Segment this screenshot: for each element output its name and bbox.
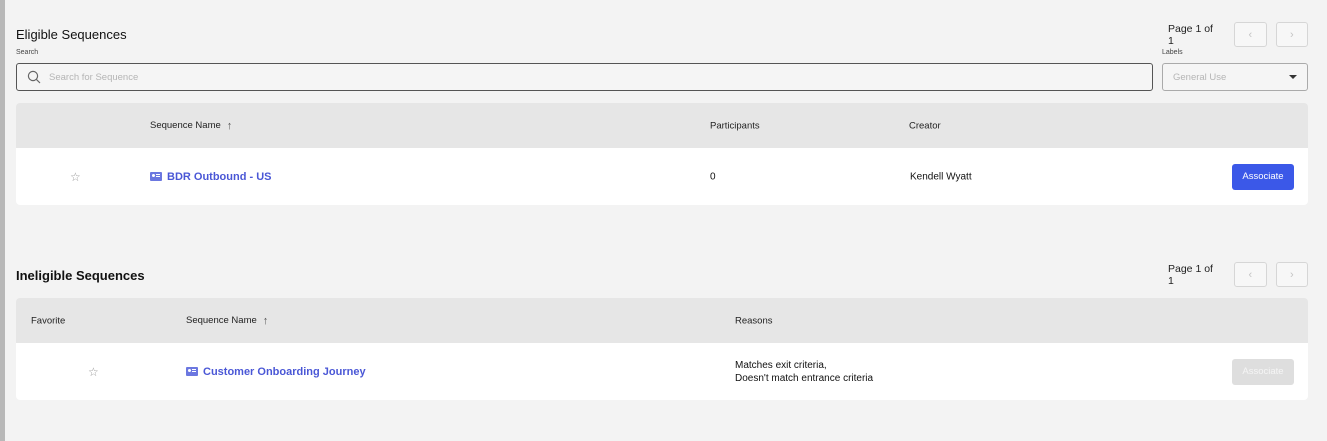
eligible-sequences-title: Eligible Sequences — [16, 27, 127, 42]
ineligible-sequences-title: Ineligible Sequences — [16, 268, 145, 283]
chevron-right-icon: › — [1289, 268, 1294, 281]
search-input[interactable] — [49, 71, 1129, 83]
page-indicator: Page 1 of 1 — [1168, 22, 1213, 47]
left-edge-border — [0, 0, 5, 441]
chevron-down-icon — [1289, 75, 1297, 79]
participants-count: 0 — [710, 171, 716, 182]
associate-button-disabled[interactable]: Associate — [1232, 358, 1294, 385]
reason-text: Doesn't match entrance criteria — [735, 372, 874, 384]
sequence-name-link[interactable]: BDR Outbound - US — [150, 171, 271, 183]
labels-selected-value: General Use — [1173, 71, 1227, 83]
reasons-column-header: Reasons — [735, 315, 773, 326]
associate-button[interactable]: Associate — [1232, 163, 1294, 190]
favorite-column-header: Favorite — [31, 315, 66, 326]
chevron-left-icon: ‹ — [1248, 268, 1253, 281]
reason-text: Matches exit criteria, — [735, 359, 827, 371]
star-icon[interactable]: ☆ — [70, 170, 81, 184]
search-label: Search — [16, 49, 39, 56]
chevron-right-icon: › — [1289, 28, 1294, 41]
table-header: Sequence Name ↑ Participants Creator — [16, 103, 1308, 148]
sequence-name-column-header[interactable]: Sequence Name ↑ — [150, 120, 232, 132]
eligible-sequences-table: Sequence Name ↑ Participants Creator ☆ B… — [16, 103, 1308, 205]
sort-ascending-icon: ↑ — [262, 314, 269, 327]
labels-label: Labels — [1162, 49, 1183, 56]
search-icon — [27, 70, 41, 84]
creator-column-header: Creator — [909, 120, 941, 131]
prev-page-button[interactable]: ‹ — [1234, 22, 1267, 47]
ineligible-pager: Page 1 of 1 ‹ › — [1168, 262, 1309, 287]
table-header: Favorite Sequence Name ↑ Reasons — [16, 298, 1308, 343]
sequence-icon — [150, 172, 162, 181]
sequence-icon — [186, 367, 198, 376]
eligible-pager: Page 1 of 1 ‹ › — [1168, 22, 1309, 47]
page-indicator: Page 1 of 1 — [1168, 262, 1213, 287]
prev-page-button[interactable]: ‹ — [1234, 262, 1267, 287]
chevron-left-icon: ‹ — [1248, 28, 1253, 41]
table-row: ☆ Customer Onboarding Journey Matches ex… — [16, 343, 1308, 400]
sequence-name-link[interactable]: Customer Onboarding Journey — [186, 366, 366, 378]
creator-name: Kendell Wyatt — [910, 171, 972, 182]
table-row: ☆ BDR Outbound - US 0 Kendell Wyatt Asso… — [16, 148, 1308, 205]
next-page-button[interactable]: › — [1275, 262, 1309, 287]
search-field[interactable] — [16, 63, 1153, 91]
labels-dropdown[interactable]: General Use — [1162, 63, 1308, 91]
star-icon[interactable]: ☆ — [88, 365, 99, 379]
next-page-button[interactable]: › — [1275, 22, 1309, 47]
participants-column-header: Participants — [710, 120, 760, 131]
ineligible-reasons: Matches exit criteria, Doesn't match ent… — [735, 359, 873, 385]
sequence-name-column-header[interactable]: Sequence Name ↑ — [186, 315, 268, 327]
sort-ascending-icon: ↑ — [226, 119, 233, 132]
ineligible-sequences-table: Favorite Sequence Name ↑ Reasons ☆ Custo… — [16, 298, 1308, 400]
